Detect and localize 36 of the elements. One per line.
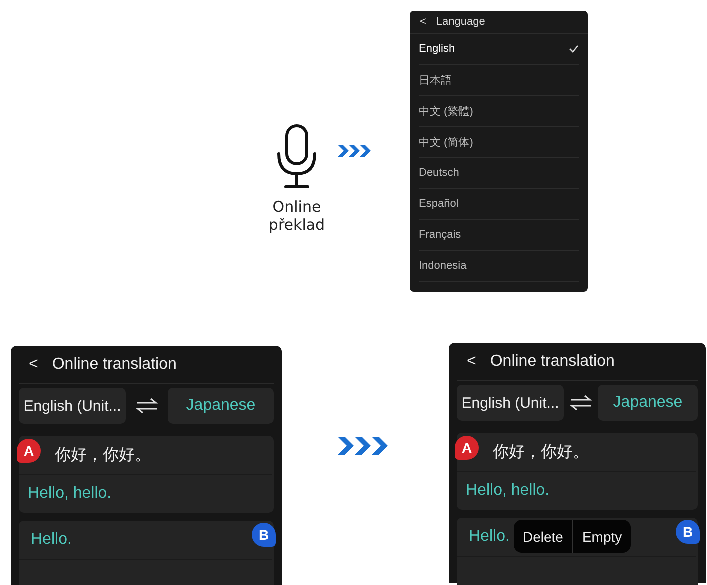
language-item[interactable]: 中文 (简体)	[419, 127, 579, 158]
context-menu-item[interactable]: Delete	[514, 520, 572, 553]
source-language-button[interactable]: English (Unit...	[19, 388, 126, 424]
feature-label: Online překlad	[268, 198, 326, 234]
triple-chevron-icon	[338, 437, 390, 455]
speaker-badge: B	[676, 520, 700, 544]
speaker-badge: A	[17, 439, 41, 463]
back-button[interactable]: <	[420, 16, 426, 28]
original-text: 你好，你好。	[55, 446, 151, 466]
speaker-badge: A	[455, 436, 479, 460]
translated-text: Hello, hello.	[28, 485, 112, 503]
swap-icon[interactable]	[570, 395, 592, 411]
original-text: 你好，你好。	[493, 442, 589, 462]
translated-text: Hello.	[469, 528, 510, 546]
translated-text: Hello, hello.	[466, 482, 550, 500]
checkmark-icon	[569, 45, 579, 53]
swap-icon[interactable]	[136, 398, 158, 414]
language-item[interactable]: English	[419, 34, 579, 65]
screen-title: Online translation	[490, 352, 615, 370]
language-item[interactable]: 日本語	[419, 65, 579, 96]
triple-chevron-icon	[338, 145, 372, 157]
translated-text: Hello.	[31, 531, 72, 549]
speaker-badge: B	[252, 523, 276, 547]
language-item[interactable]: Deutsch	[419, 158, 579, 189]
back-button[interactable]: <	[29, 356, 38, 374]
language-item[interactable]: Español	[419, 189, 579, 220]
screen-title: Online translation	[52, 356, 177, 374]
context-menu-item[interactable]: Empty	[572, 520, 632, 553]
back-button[interactable]: <	[467, 352, 476, 370]
language-item[interactable]: 中文 (繁體)	[419, 96, 579, 127]
target-language-button[interactable]: Japanese	[598, 385, 698, 421]
source-language-button[interactable]: English (Unit...	[457, 385, 564, 421]
target-language-button[interactable]: Japanese	[168, 388, 274, 424]
menu-title: Language	[436, 16, 486, 28]
language-item[interactable]: Indonesia	[419, 251, 579, 282]
language-item[interactable]: Français	[419, 220, 579, 251]
